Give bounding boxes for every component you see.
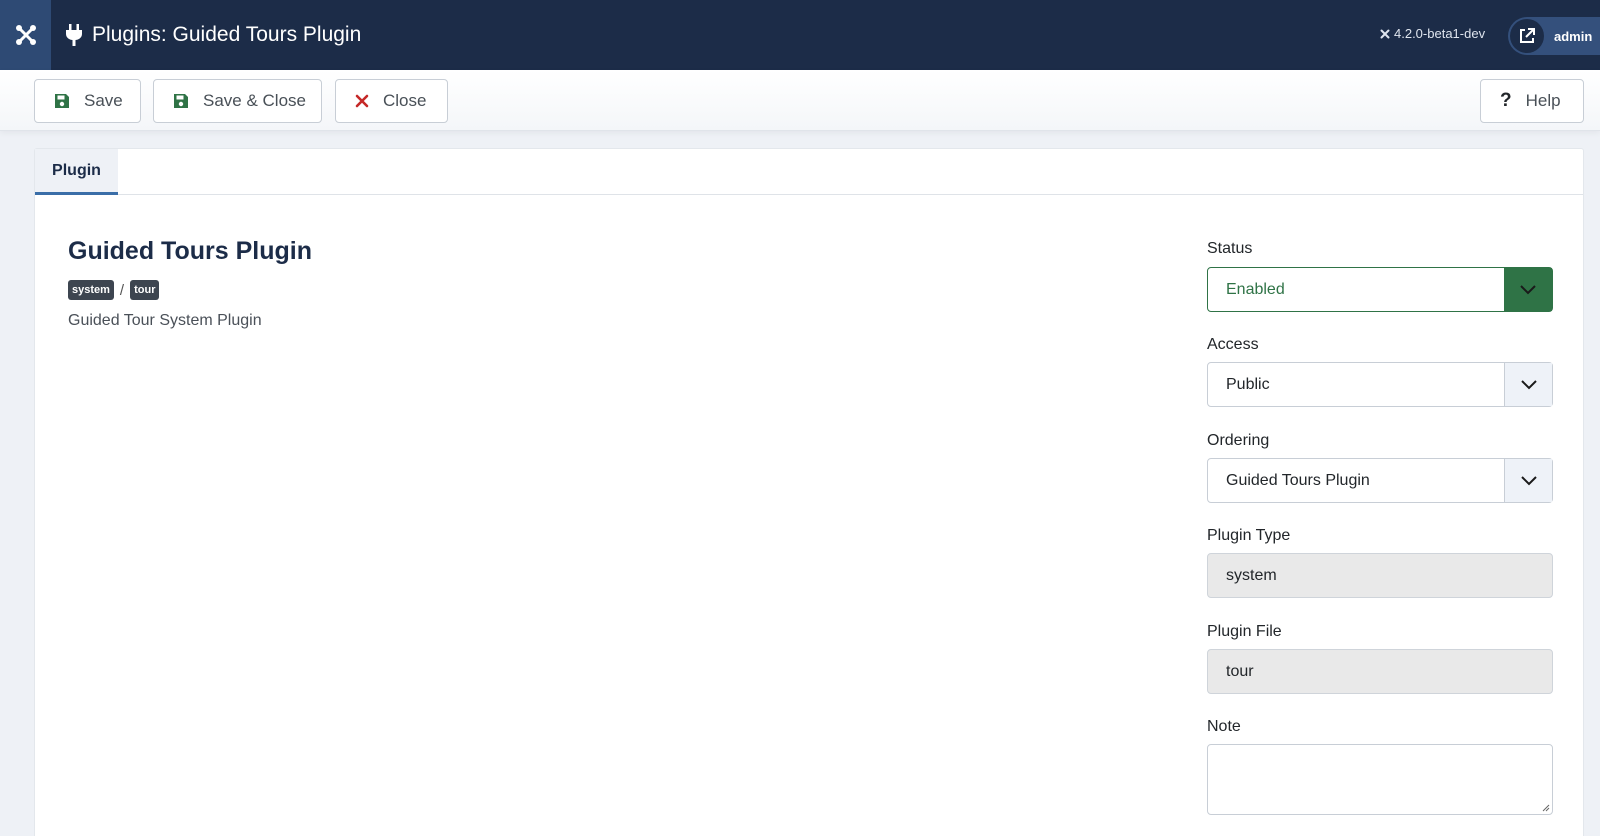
note-textarea[interactable] [1207,744,1553,815]
question-icon: ? [1500,90,1512,111]
ordering-label: Ordering [1207,432,1270,449]
tab-plugin[interactable]: Plugin [35,149,118,195]
plugin-description: Guided Tour System Plugin [68,312,262,329]
save-close-button[interactable]: Save & Close [153,79,322,123]
chevron-down-icon [1504,459,1552,502]
access-label: Access [1207,336,1259,353]
joomla-small-icon [1380,29,1390,38]
element-badge: tour [130,280,160,300]
user-name: admin [1554,28,1593,44]
plugin-card: Plugin Guided Tours Plugin system / tour… [34,148,1584,836]
access-select[interactable]: Public [1207,362,1553,407]
joomla-logo[interactable] [0,0,51,70]
note-label: Note [1207,718,1241,735]
close-button[interactable]: Close [335,79,448,123]
plugin-type-field: system [1207,553,1553,598]
app-header: Plugins: Guided Tours Plugin 4.2.0-beta1… [0,0,1600,70]
save-button[interactable]: Save [34,79,141,123]
close-label: Close [383,91,427,110]
status-value: Enabled [1226,280,1285,298]
page-title: Plugins: Guided Tours Plugin [92,23,362,46]
save-icon [174,94,188,108]
chevron-down-icon [1504,363,1552,406]
ordering-value: Guided Tours Plugin [1226,471,1370,489]
folder-badge: system [68,280,114,300]
close-icon [355,94,369,108]
plugin-badges: system / tour [68,280,160,300]
plugin-file-label: Plugin File [1207,623,1282,640]
resize-handle-icon[interactable] [1540,802,1550,812]
status-label: Status [1207,240,1253,257]
plugin-title: Guided Tours Plugin [68,237,312,265]
access-value: Public [1226,375,1270,393]
toolbar: Save Save & Close Close ? Help [0,70,1600,131]
badge-separator: / [119,281,125,299]
status-select[interactable]: Enabled [1207,267,1553,312]
save-label: Save [84,91,123,110]
plugin-type-label: Plugin Type [1207,527,1291,544]
ordering-select[interactable]: Guided Tours Plugin [1207,458,1553,503]
tab-bar: Plugin [35,149,1583,195]
chevron-down-icon [1504,268,1552,311]
plug-icon [66,24,82,46]
save-close-label: Save & Close [203,91,306,110]
external-link-icon [1510,19,1544,53]
user-menu[interactable]: admin [1508,17,1600,55]
plugin-file-field: tour [1207,649,1553,694]
version-info[interactable]: 4.2.0-beta1-dev [1379,26,1485,41]
version-text: 4.2.0-beta1-dev [1394,26,1486,41]
joomla-icon [15,25,36,45]
help-button[interactable]: ? Help [1480,79,1584,123]
save-icon [55,94,69,108]
help-label: Help [1525,91,1561,110]
